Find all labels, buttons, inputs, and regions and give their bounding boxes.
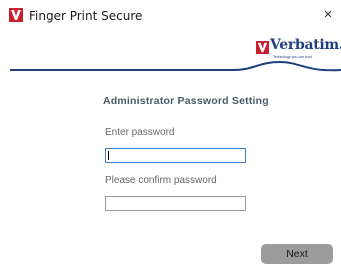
close-button[interactable]: × xyxy=(319,6,337,24)
confirm-password-input[interactable] xyxy=(105,196,246,211)
app-window: Finger Print Secure × Verbatim. Technolo… xyxy=(0,0,341,269)
text-caret xyxy=(108,151,109,160)
brand-name: Verbatim. xyxy=(270,37,341,53)
password-input[interactable] xyxy=(105,148,246,163)
confirm-password-label: Please confirm password xyxy=(105,175,217,186)
password-label: Enter password xyxy=(105,127,175,138)
verbatim-v-icon xyxy=(9,8,23,22)
header-wave-divider xyxy=(10,60,341,72)
title-bar: Finger Print Secure × xyxy=(0,0,341,28)
window-title: Finger Print Secure xyxy=(29,9,143,23)
next-button[interactable]: Next xyxy=(261,244,333,264)
verbatim-v-icon xyxy=(256,41,269,54)
section-heading: Administrator Password Setting xyxy=(103,95,269,107)
